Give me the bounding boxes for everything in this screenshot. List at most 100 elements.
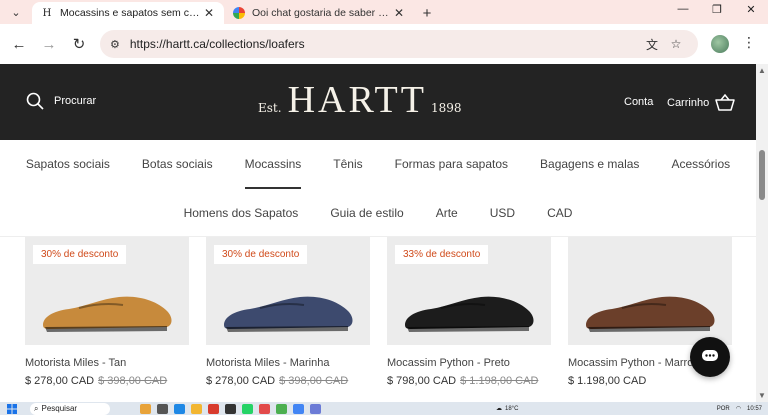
clock-time[interactable]: 10:57 — [747, 406, 762, 412]
tab-strip: ⌄ H Mocassins e sapatos sem cadarço ✕ Oo… — [0, 0, 768, 24]
nav-item-acessorios[interactable]: Acessórios — [671, 140, 730, 188]
search-button[interactable]: Procurar — [26, 92, 96, 110]
taskbar-search[interactable]: ⌕ Pesquisar — [30, 402, 110, 415]
currency-cad[interactable]: CAD — [547, 198, 572, 234]
restore-icon[interactable]: ❐ — [700, 0, 734, 18]
primary-nav: Sapatos sociais Botas sociais Mocassins … — [0, 140, 756, 189]
hartt-logo[interactable]: Est. HARTT 1898 — [258, 78, 461, 122]
nav-item-sapatos-sociais[interactable]: Sapatos sociais — [26, 140, 110, 188]
tab-title: Mocassins e sapatos sem cadarço — [60, 7, 202, 19]
taskbar-weather[interactable]: ☁ 18°C — [496, 402, 518, 415]
app-icon[interactable] — [208, 403, 219, 414]
tab-google[interactable]: Ooi chat gostaria de saber de qual ✕ — [224, 2, 414, 24]
weather-icon: ☁ — [496, 406, 502, 412]
language-indicator[interactable]: POR — [717, 406, 730, 412]
nav-item-tenis[interactable]: Tênis — [333, 140, 362, 188]
address-bar[interactable]: ⚙ https://hartt.ca/collections/loafers 文… — [100, 30, 698, 58]
sale-price: $ 798,00 CAD — [387, 375, 457, 387]
browser-toolbar: ← → ↻ ⚙ https://hartt.ca/collections/loa… — [0, 24, 768, 64]
tab-search-button[interactable]: ⌄ — [0, 0, 32, 24]
chat-widget-button[interactable] — [690, 337, 730, 377]
product-name[interactable]: Mocassim Python - Preto — [387, 357, 551, 369]
discount-badge: 30% de desconto — [33, 245, 127, 264]
app-icon[interactable] — [157, 403, 168, 414]
page-scrollbar[interactable]: ▲ ▼ — [756, 64, 768, 402]
arrow-left-icon: ← — [11, 35, 27, 53]
product-card[interactable]: 30% de desconto Motorista Miles - Tan $ … — [25, 237, 189, 387]
edge-icon[interactable] — [174, 403, 185, 414]
chevron-down-icon: ⌄ — [11, 6, 21, 19]
reload-button[interactable]: ↻ — [64, 29, 94, 59]
whatsapp-icon[interactable] — [242, 403, 253, 414]
product-price: $ 278,00 CAD $ 398,00 CAD — [206, 375, 370, 387]
app-icon[interactable] — [140, 403, 151, 414]
original-price: $ 398,00 CAD — [279, 375, 349, 387]
close-tab-icon[interactable]: ✕ — [202, 6, 216, 20]
product-name[interactable]: Motorista Miles - Tan — [25, 357, 189, 369]
translate-icon[interactable]: 文 — [640, 36, 664, 53]
nav-item-homens[interactable]: Homens dos Sapatos — [184, 198, 299, 234]
basket-icon — [715, 94, 735, 111]
hartt-favicon-icon: H — [42, 7, 52, 19]
folder-icon[interactable] — [191, 403, 202, 414]
product-image[interactable]: 33% de desconto — [387, 237, 551, 345]
app-icon[interactable] — [310, 403, 321, 414]
wifi-icon[interactable]: ◠ — [736, 405, 741, 412]
logo-est: Est. — [258, 101, 282, 115]
app-icon[interactable] — [276, 403, 287, 414]
product-image[interactable] — [568, 237, 732, 345]
loafer-image — [586, 296, 715, 332]
nav-item-bagagens[interactable]: Bagagens e malas — [540, 140, 639, 188]
arrow-right-icon: → — [41, 35, 57, 53]
product-name[interactable]: Motorista Miles - Marinha — [206, 357, 370, 369]
product-image[interactable]: 30% de desconto — [25, 237, 189, 345]
scroll-up-icon[interactable]: ▲ — [758, 66, 766, 75]
app-icon[interactable] — [225, 403, 236, 414]
product-image[interactable]: 30% de desconto — [206, 237, 370, 345]
google-icon — [232, 6, 246, 20]
reload-icon: ↻ — [72, 36, 86, 53]
scrollbar-thumb[interactable] — [759, 150, 765, 200]
account-link[interactable]: Conta — [624, 96, 653, 108]
forward-button[interactable]: → — [34, 29, 64, 59]
new-tab-button[interactable]: + — [414, 2, 440, 24]
system-tray: POR ◠ 10:57 — [717, 402, 762, 415]
url-text[interactable]: https://hartt.ca/collections/loafers — [130, 37, 640, 51]
plus-icon: + — [422, 4, 432, 22]
windows-start-icon[interactable] — [4, 402, 20, 415]
close-window-icon[interactable]: ✕ — [734, 0, 768, 18]
chat-icon — [702, 350, 718, 361]
taskbar-search-label: Pesquisar — [41, 404, 78, 413]
discount-badge: 33% de desconto — [395, 245, 489, 264]
logo-brand: HARTT — [287, 79, 427, 121]
profile-avatar[interactable] — [711, 35, 729, 53]
product-price: $ 278,00 CAD $ 398,00 CAD — [25, 375, 189, 387]
product-card[interactable]: 30% de desconto Motorista Miles - Marinh… — [206, 237, 370, 387]
nav-item-arte[interactable]: Arte — [436, 198, 458, 234]
nav-item-formas[interactable]: Formas para sapatos — [395, 140, 508, 188]
nav-item-mocassins[interactable]: Mocassins — [244, 140, 301, 189]
browser-menu-icon[interactable]: ⋮ — [742, 34, 756, 51]
discount-badge: 30% de desconto — [214, 245, 308, 264]
cart-link[interactable]: Carrinho — [667, 94, 735, 112]
site-settings-icon[interactable]: ⚙ — [110, 38, 120, 51]
nav-item-guia[interactable]: Guia de estilo — [330, 198, 403, 234]
close-tab-icon[interactable]: ✕ — [392, 6, 406, 20]
window-controls: — ❐ ✕ — [666, 0, 768, 18]
cart-label: Carrinho — [667, 97, 710, 109]
product-card[interactable]: 33% de desconto Mocassim Python - Preto … — [387, 237, 551, 387]
sale-price: $ 278,00 CAD — [25, 375, 95, 387]
app-icon[interactable] — [259, 403, 270, 414]
nav-item-botas-sociais[interactable]: Botas sociais — [142, 140, 213, 188]
currency-usd[interactable]: USD — [490, 198, 515, 234]
minimize-icon[interactable]: — — [666, 0, 700, 18]
back-button[interactable]: ← — [4, 29, 34, 59]
tab-hartt[interactable]: H Mocassins e sapatos sem cadarço ✕ — [32, 2, 224, 24]
bookmark-star-icon[interactable]: ☆ — [664, 37, 688, 51]
chrome-icon[interactable] — [293, 403, 304, 414]
scroll-down-icon[interactable]: ▼ — [758, 391, 766, 400]
search-label: Procurar — [54, 95, 97, 107]
windows-taskbar: ⌕ Pesquisar ☁ 18°C POR ◠ 10:57 — [0, 402, 768, 415]
sale-price: $ 1.198,00 CAD — [568, 375, 647, 387]
temperature: 18°C — [505, 405, 519, 412]
